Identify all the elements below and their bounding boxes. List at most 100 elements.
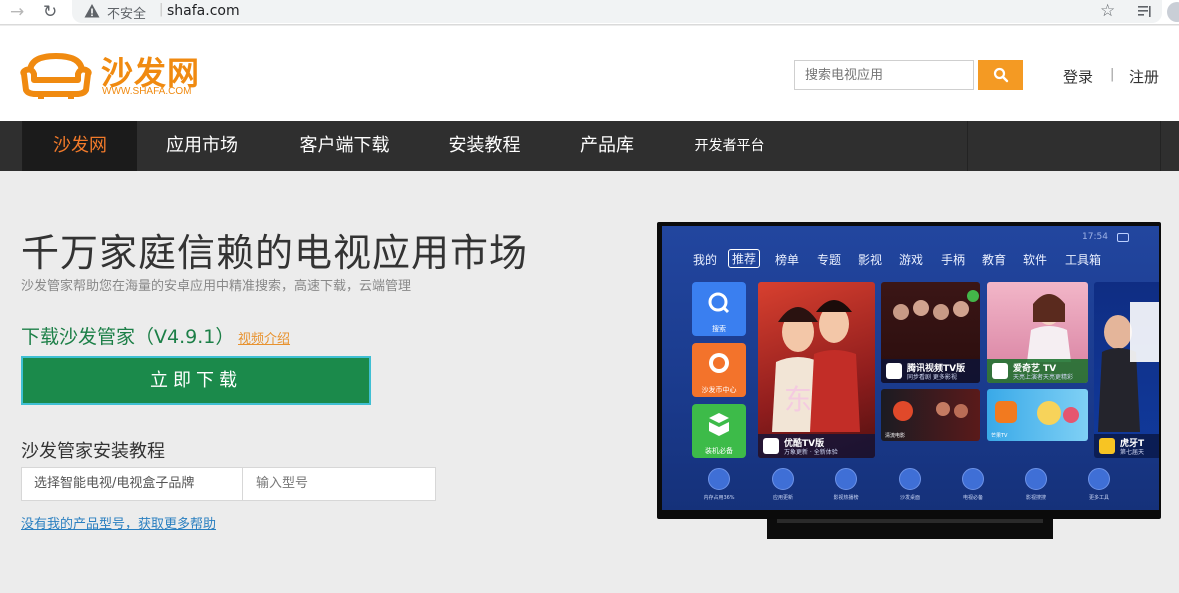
tv-coin-label: 沙发币中心 xyxy=(701,386,737,394)
tv-icon xyxy=(962,468,984,490)
crown-icon xyxy=(835,468,857,490)
download-now-button[interactable]: 立即下载 xyxy=(21,356,371,405)
search-input[interactable] xyxy=(794,60,974,90)
memory-icon xyxy=(708,468,730,490)
tv-essentials-label: 装机必备 xyxy=(705,447,733,455)
tv-stand-highlight xyxy=(777,519,1043,523)
tv-tile-caption: 爱奇艺 TV 天亮上演者天亮更精彩 xyxy=(987,359,1088,383)
tv-tab-rank: 榜单 xyxy=(775,253,800,267)
insecure-label: 不安全 xyxy=(107,7,147,22)
tencent-video-icon xyxy=(886,363,902,379)
address-bar[interactable]: 不安全 | shafa.com ☆ xyxy=(72,0,1162,23)
tv-tab-game: 游戏 xyxy=(899,253,924,267)
page-title: 千万家庭信赖的电视应用市场 xyxy=(21,231,529,275)
group-poster-image xyxy=(893,290,979,320)
browser-toolbar: → ↻ 不安全 | shafa.com ☆ xyxy=(0,0,1179,25)
auth-separator: | xyxy=(1110,67,1115,82)
page-subtitle: 沙发管家帮助您在海量的安卓应用中精准搜索，高速下载，云端管理 xyxy=(21,279,412,294)
bookmark-star-icon[interactable]: ☆ xyxy=(1100,1,1115,21)
tv-tile-caption: 腾讯视频TV版 同步看剧 更多影视 xyxy=(881,359,980,383)
bottom-label: 电视必备 xyxy=(962,495,983,501)
site-header: 沙发网 WWW.SHAFA.COM 登录 | 注册 xyxy=(0,26,1179,121)
coin-icon xyxy=(709,353,729,373)
youku-icon xyxy=(763,438,779,454)
tv-tab-software: 软件 xyxy=(1023,253,1048,267)
profile-avatar[interactable] xyxy=(1167,2,1179,22)
tv-tab-gamepad: 手柄 xyxy=(941,253,966,267)
register-link[interactable]: 注册 xyxy=(1129,66,1159,87)
tv-tab-mine: 我的 xyxy=(693,253,718,267)
reading-list-icon[interactable] xyxy=(1137,2,1153,22)
bottom-label: 沙发桌面 xyxy=(899,495,920,501)
main-nav: 沙发网 应用市场 客户端下载 安装教程 产品库 开发者平台 xyxy=(0,121,1179,171)
movie-label: 清流电影 xyxy=(885,433,906,439)
sofa-logo-icon[interactable] xyxy=(20,50,92,100)
tv-tab-video: 影视 xyxy=(858,253,883,267)
host-poster-image xyxy=(1098,302,1159,432)
tv-tile-tencent: 腾讯视频TV版 同步看剧 更多影视 xyxy=(881,282,980,383)
tv-tile-caption: 虎牙T 第七届天 xyxy=(1094,434,1159,458)
tv-tab-topic: 专题 xyxy=(817,253,842,267)
tv-tile-huya: 虎牙T 第七届天 xyxy=(1094,282,1159,458)
search-icon xyxy=(708,292,730,314)
more-help-link[interactable]: 没有我的产品型号，获取更多帮助 xyxy=(21,513,216,532)
huya-sub: 第七届天 xyxy=(1120,449,1145,456)
nav-divider xyxy=(967,121,968,171)
iqiyi-icon xyxy=(992,363,1008,379)
drama-poster-image xyxy=(772,300,860,432)
search-video-icon xyxy=(1025,468,1047,490)
logo-domain: WWW.SHAFA.COM xyxy=(102,86,192,97)
nav-item-developer-platform[interactable]: 开发者平台 xyxy=(667,121,792,171)
bottom-label: 内存占用36% xyxy=(703,495,735,501)
iqiyi-sub: 天亮上演者天亮更精彩 xyxy=(1013,374,1074,381)
nav-divider xyxy=(1160,121,1161,171)
address-separator: | xyxy=(159,2,164,17)
update-icon xyxy=(772,468,794,490)
youku-sub: 万象更新 · 全新体验 xyxy=(784,449,838,456)
desktop-icon xyxy=(899,468,921,490)
tv-search-tile: 搜索 xyxy=(692,282,746,336)
tv-search-label: 搜索 xyxy=(712,325,726,333)
tv-screen: 17:54 我的 推荐 榜单 专题 影视 游戏 手柄 教育 软件 工具箱 搜索 … xyxy=(662,226,1159,510)
tv-essentials-tile: 装机必备 xyxy=(692,404,746,458)
tencent-sub: 同步看剧 更多影视 xyxy=(907,374,957,381)
url-text[interactable]: shafa.com xyxy=(167,3,240,19)
wifi-icon xyxy=(1117,233,1129,242)
tv-coin-tile: 沙发币中心 xyxy=(692,343,746,397)
bottom-label: 更多工具 xyxy=(1088,495,1109,501)
tv-clock: 17:54 xyxy=(1082,232,1108,242)
tv-tile-caption: 优酷TV版 万象更新 · 全新体验 xyxy=(758,434,875,458)
tv-tile-mango: 芒果TV xyxy=(987,389,1088,441)
nav-item-client-download[interactable]: 客户端下载 xyxy=(267,121,422,171)
back-arrow-icon[interactable]: → xyxy=(10,2,24,22)
nav-item-app-market[interactable]: 应用市场 xyxy=(137,121,267,171)
more-icon xyxy=(1088,468,1110,490)
nav-item-install-guide[interactable]: 安装教程 xyxy=(422,121,547,171)
tv-tab-toolbox: 工具箱 xyxy=(1065,253,1102,267)
reload-icon[interactable]: ↻ xyxy=(43,2,57,22)
bottom-label: 应用更新 xyxy=(772,495,793,501)
tv-banner-title: 东 xyxy=(784,383,813,416)
tv-tile-iqiyi: 爱奇艺 TV 天亮上演者天亮更精彩 xyxy=(987,282,1088,383)
install-tutorial-title: 沙发管家安装教程 xyxy=(21,441,165,462)
box-icon xyxy=(709,413,729,436)
warning-icon[interactable] xyxy=(84,3,100,19)
tv-tile-movie: 清流电影 xyxy=(881,389,980,441)
tv-tile-youku: 东 优酷TV版 万象更新 · 全新体验 xyxy=(758,282,875,458)
login-link[interactable]: 登录 xyxy=(1063,66,1093,87)
tv-tab-education: 教育 xyxy=(982,253,1007,267)
actress-poster-image xyxy=(1027,294,1071,362)
nav-item-product-library[interactable]: 产品库 xyxy=(547,121,667,171)
download-version-title: 下载沙发管家（V4.9.1） xyxy=(21,326,235,348)
search-button[interactable] xyxy=(978,60,1023,90)
video-intro-link[interactable]: 视频介绍 xyxy=(238,328,290,347)
bottom-label: 影视热播榜 xyxy=(833,495,859,501)
brand-select[interactable]: 选择智能电视/电视盒子品牌 xyxy=(21,467,243,501)
nav-item-home[interactable]: 沙发网 xyxy=(23,121,137,171)
mango-label: 芒果TV xyxy=(991,433,1008,439)
tv-tab-recommend: 推荐 xyxy=(728,249,761,268)
huya-icon xyxy=(1099,438,1115,454)
model-input[interactable]: 输入型号 xyxy=(242,467,436,501)
bottom-label: 影视搜搜 xyxy=(1025,495,1046,501)
search-icon xyxy=(993,67,1008,83)
